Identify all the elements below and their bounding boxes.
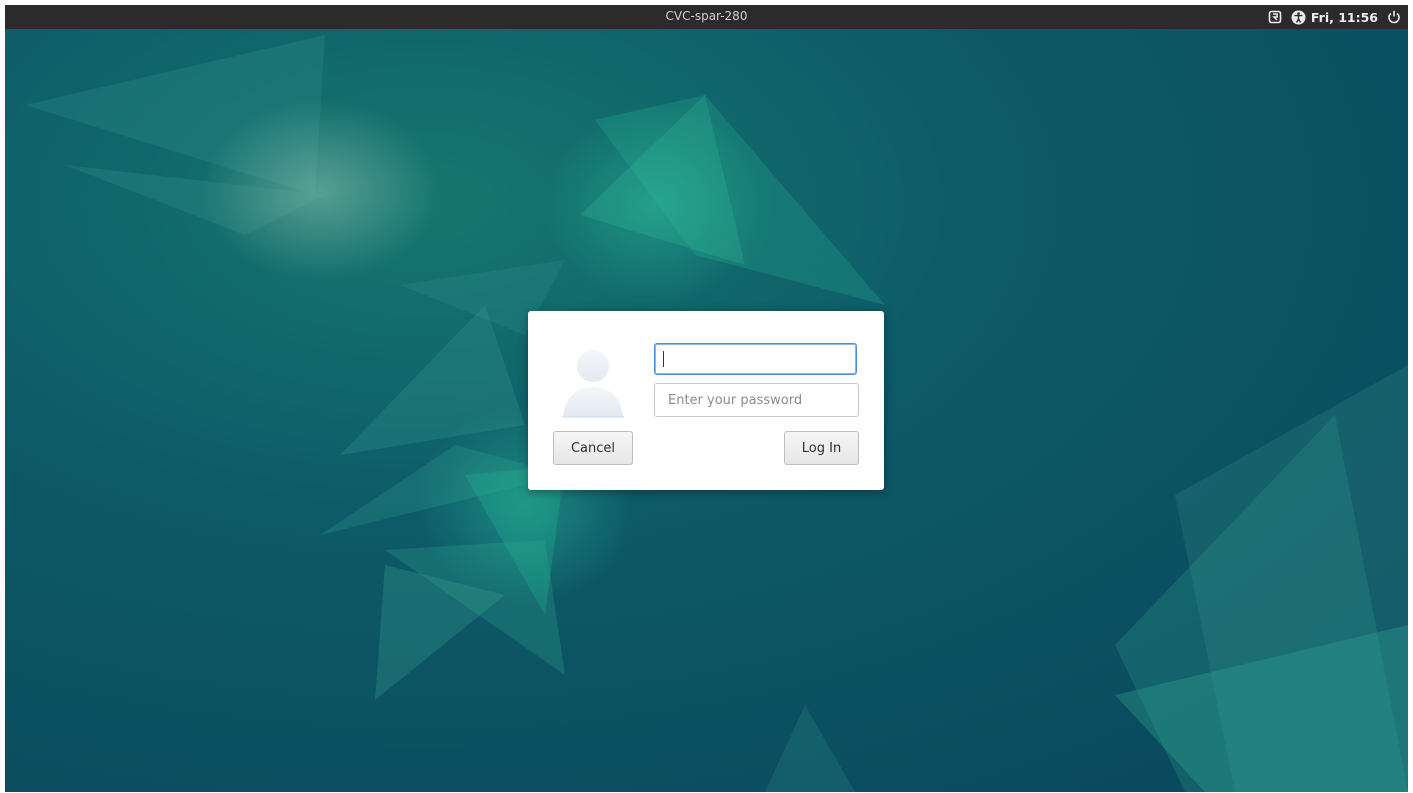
login-dialog: Cancel Log In [528,311,884,490]
cancel-button[interactable]: Cancel [553,431,633,465]
hostname-label: CVC-spar-280 [665,9,748,23]
screen-reader-icon[interactable] [1267,9,1283,25]
password-input[interactable] [654,383,859,417]
login-button[interactable]: Log In [784,431,859,465]
username-input[interactable] [654,343,857,375]
desktop-screen: CVC-spar-280 Fri, 11:56 Cancel Log In [5,5,1408,792]
accessibility-icon[interactable] [1291,9,1307,25]
top-panel: CVC-spar-280 Fri, 11:56 [5,5,1408,29]
text-caret [663,351,664,367]
panel-status-area[interactable]: Fri, 11:56 [1267,5,1402,29]
user-avatar-icon [558,346,628,418]
clock-label[interactable]: Fri, 11:56 [1311,10,1378,25]
power-icon[interactable] [1386,9,1402,25]
